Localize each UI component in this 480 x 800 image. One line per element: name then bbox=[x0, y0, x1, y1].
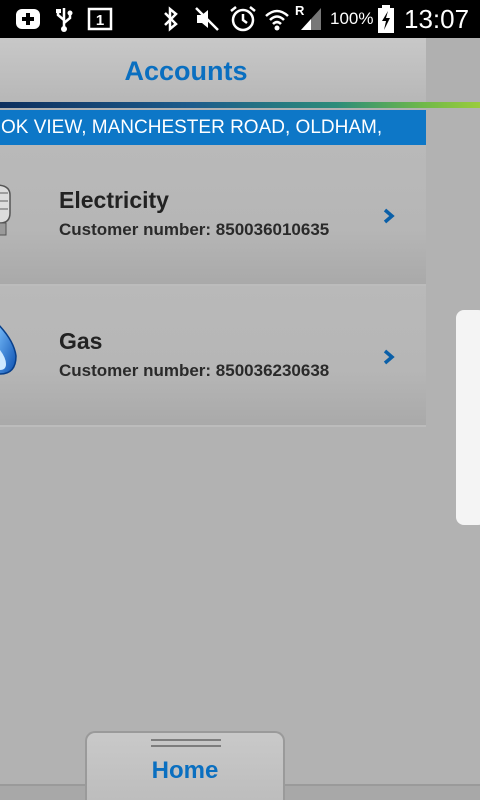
customer-number: Customer number: 850036010635 bbox=[59, 220, 330, 239]
clock: 13:07 bbox=[404, 4, 470, 34]
home-tab[interactable]: Home bbox=[85, 731, 285, 800]
battery-percent: 100% bbox=[330, 9, 374, 28]
header-edge bbox=[426, 38, 480, 108]
customer-number: Customer number: 850036230638 bbox=[59, 361, 330, 380]
sim-notification-icon: 1 bbox=[87, 6, 113, 32]
gas-flame-icon bbox=[0, 318, 22, 387]
wifi-icon bbox=[262, 6, 292, 32]
account-name: Electricity bbox=[59, 187, 169, 213]
row-divider bbox=[0, 425, 426, 427]
usb-icon bbox=[52, 6, 76, 32]
account-row-gas[interactable]: Gas Customer number: 850036230638 bbox=[0, 286, 426, 426]
page-title: Accounts bbox=[124, 56, 248, 86]
svg-text:1: 1 bbox=[96, 12, 104, 29]
bluetooth-icon bbox=[160, 6, 182, 32]
side-drawer-handle[interactable] bbox=[456, 310, 480, 525]
chevron-right-icon bbox=[381, 207, 397, 230]
lightbulb-icon bbox=[0, 183, 18, 248]
chevron-right-icon bbox=[381, 348, 397, 371]
grip-handle-icon bbox=[151, 739, 221, 747]
mute-icon bbox=[194, 6, 220, 32]
signal-icon bbox=[298, 6, 324, 32]
app-screen: Accounts OK VIEW, MANCHESTER ROAD, OLDHA… bbox=[0, 38, 480, 800]
status-bar: 1 R 100% 13:07 bbox=[0, 0, 480, 38]
plus-notification-icon bbox=[14, 6, 42, 32]
account-name: Gas bbox=[59, 328, 103, 354]
accent-divider bbox=[0, 102, 480, 108]
header: Accounts bbox=[0, 38, 426, 102]
account-row-electricity[interactable]: Electricity Customer number: 85003601063… bbox=[0, 145, 426, 285]
alarm-icon bbox=[229, 6, 257, 32]
home-tab-label: Home bbox=[151, 757, 219, 784]
address-banner: OK VIEW, MANCHESTER ROAD, OLDHAM, bbox=[0, 110, 426, 145]
battery-charging-icon bbox=[376, 5, 396, 33]
